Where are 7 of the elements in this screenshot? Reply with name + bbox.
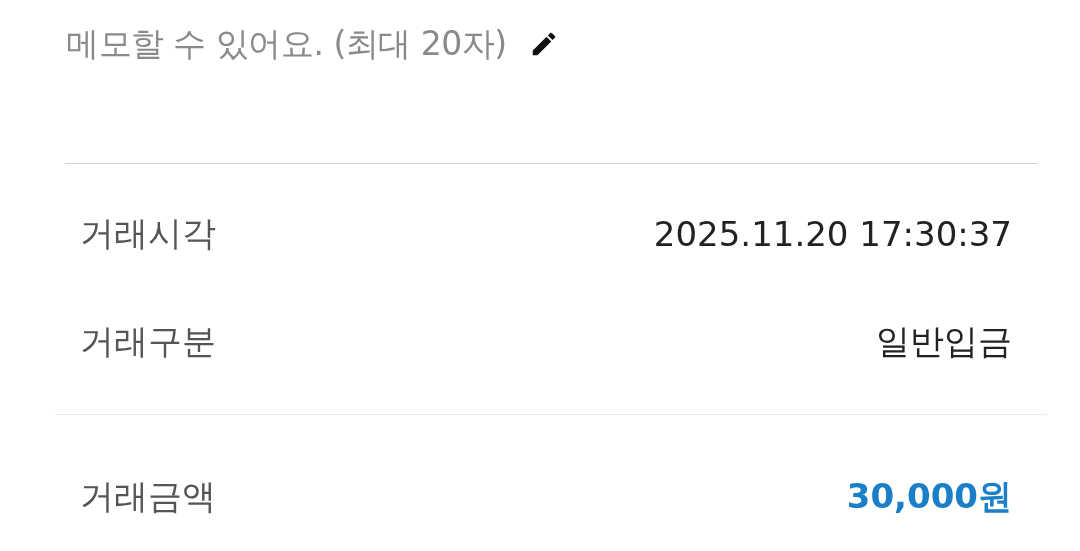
amount-value: 30,000원 <box>846 475 1012 518</box>
memo-hint: 메모할 수 있어요. (최대 20자) <box>66 22 507 65</box>
detail-label: 거래시각 <box>80 212 216 255</box>
detail-value: 일반입금 <box>876 320 1012 363</box>
detail-label: 거래구분 <box>80 320 216 363</box>
detail-value: 2025.11.20 17:30:37 <box>653 214 1012 254</box>
amount-label: 거래금액 <box>80 475 216 518</box>
